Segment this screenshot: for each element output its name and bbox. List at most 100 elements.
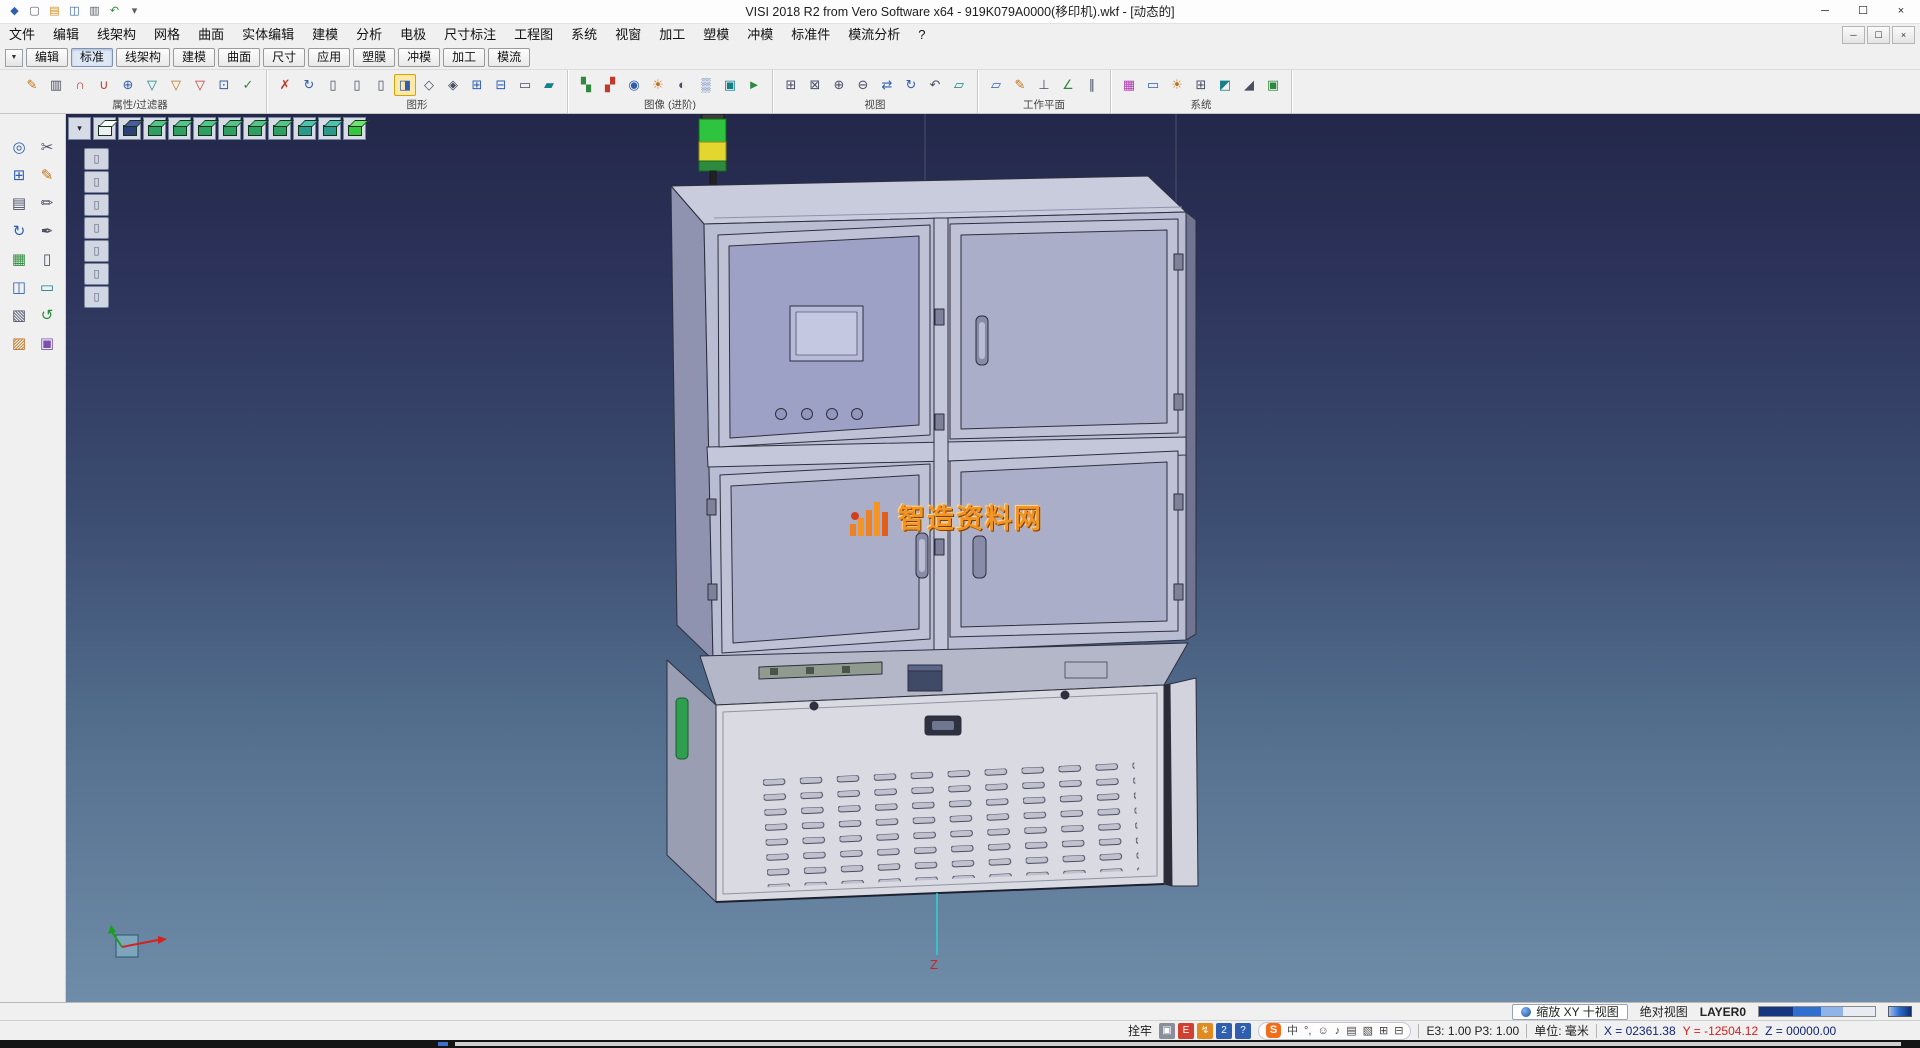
maximize-button[interactable]: ☐ xyxy=(1844,0,1882,23)
magnet-on-icon[interactable]: ∩ xyxy=(69,74,91,96)
ime-layout-icon[interactable]: ⊞ xyxy=(1379,1023,1388,1039)
menu-item[interactable]: 视窗 xyxy=(606,24,650,46)
animation-icon[interactable]: ► xyxy=(743,74,765,96)
mesh-tool-icon[interactable]: ▦ xyxy=(5,246,33,274)
rotate-view-icon[interactable]: ↻ xyxy=(900,74,922,96)
plane-tool-icon[interactable]: ▭ xyxy=(33,274,61,302)
menu-item[interactable]: 电极 xyxy=(391,24,435,46)
previous-view-icon[interactable]: ↶ xyxy=(924,74,946,96)
layer-selector[interactable]: LAYER0 xyxy=(1700,1005,1746,1019)
mdi-minimize-button[interactable]: ─ xyxy=(1842,26,1865,44)
tray-help-icon[interactable]: ? xyxy=(1235,1023,1251,1039)
menu-item[interactable]: 尺寸标注 xyxy=(435,24,505,46)
redraw-icon[interactable]: ↻ xyxy=(298,74,320,96)
menu-item[interactable]: 编辑 xyxy=(44,24,88,46)
pattern-tool-icon[interactable]: ▨ xyxy=(5,330,33,358)
render-icon[interactable]: ▰ xyxy=(538,74,560,96)
menu-item[interactable]: ? xyxy=(909,24,934,46)
pen-tool-icon[interactable]: ✒ xyxy=(33,218,61,246)
grid-tool-icon[interactable]: ⊞ xyxy=(5,162,33,190)
grid-icon[interactable]: ⊞ xyxy=(466,74,488,96)
ime-punctuation[interactable]: °, xyxy=(1304,1023,1311,1039)
tab-standard[interactable]: 标准 xyxy=(71,48,113,67)
attributes-icon[interactable]: ✎ xyxy=(21,74,43,96)
ime-skin-icon[interactable]: ▧ xyxy=(1363,1023,1373,1039)
menu-item[interactable]: 实体编辑 xyxy=(233,24,303,46)
block-tool-icon[interactable]: ▯ xyxy=(33,246,61,274)
print-icon[interactable]: ▥ xyxy=(86,3,103,20)
zoom-out-icon[interactable]: ⊖ xyxy=(852,74,874,96)
tab-mold[interactable]: 塑膜 xyxy=(353,48,395,67)
view-dynamic-icon[interactable] xyxy=(118,117,141,140)
workplane-icon[interactable]: ▱ xyxy=(985,74,1007,96)
camera-icon[interactable]: ◉ xyxy=(623,74,645,96)
shading-quality-icon[interactable]: ◩ xyxy=(1214,74,1236,96)
viewport-canvas[interactable]: Z ▾ ▯▯▯▯▯▯▯ xyxy=(66,114,1920,1002)
monitor-icon[interactable]: ▭ xyxy=(1142,74,1164,96)
quick-access-dropdown-icon[interactable]: ▾ xyxy=(126,3,143,20)
filter-apply-icon[interactable]: ✓ xyxy=(237,74,259,96)
pan-icon[interactable]: ⇄ xyxy=(876,74,898,96)
annotate-tool-icon[interactable]: ✏ xyxy=(33,190,61,218)
view-iso-se-icon[interactable] xyxy=(318,117,341,140)
hidden-line-icon[interactable]: ◈ xyxy=(442,74,464,96)
shading-toggle-icon[interactable]: ◨ xyxy=(394,74,416,96)
menu-item[interactable]: 网格 xyxy=(145,24,189,46)
hatch-tool-icon[interactable]: ▧ xyxy=(5,302,33,330)
tab-machining[interactable]: 加工 xyxy=(443,48,485,67)
tab-edit[interactable]: 编辑 xyxy=(26,48,68,67)
workplane-edit-icon[interactable]: ✎ xyxy=(1009,74,1031,96)
tab-surface[interactable]: 曲面 xyxy=(218,48,260,67)
library-tool-icon[interactable]: ▣ xyxy=(33,330,61,358)
open-file-icon[interactable]: ▤ xyxy=(46,3,63,20)
grid-2-icon[interactable]: ⊟ xyxy=(490,74,512,96)
clipboard-slot-icon[interactable]: ▯ xyxy=(84,286,109,308)
menu-item[interactable]: 分析 xyxy=(347,24,391,46)
draft-angle-icon[interactable]: ◢ xyxy=(1238,74,1260,96)
sketch-tool-icon[interactable]: ✎ xyxy=(33,162,61,190)
view-front-icon[interactable] xyxy=(168,117,191,140)
clipboard-slot-icon[interactable]: ▯ xyxy=(84,148,109,170)
zoom-in-icon[interactable]: ⊕ xyxy=(828,74,850,96)
tab-flow[interactable]: 模流 xyxy=(488,48,530,67)
zoom-extents-icon[interactable]: ⊠ xyxy=(804,74,826,96)
zoom-mode-chip[interactable]: 缩放 XY 十视图 xyxy=(1512,1004,1627,1020)
ime-emoji-icon[interactable]: ☺ xyxy=(1317,1023,1328,1039)
app-icon[interactable]: ◆ xyxy=(6,3,23,20)
menu-item[interactable]: 加工 xyxy=(650,24,694,46)
filter-clear-icon[interactable]: ▽ xyxy=(189,74,211,96)
menu-item[interactable]: 标准件 xyxy=(782,24,839,46)
select-tool-icon[interactable]: ◎ xyxy=(5,134,33,162)
workplane-origin-icon[interactable]: ⊥ xyxy=(1033,74,1055,96)
menu-item[interactable]: 模流分析 xyxy=(839,24,909,46)
texture-icon[interactable]: ▚ xyxy=(575,74,597,96)
clipboard-slot-icon[interactable]: ▯ xyxy=(84,217,109,239)
view-back-icon[interactable] xyxy=(243,117,266,140)
ime-mic-icon[interactable]: ♪ xyxy=(1335,1023,1341,1039)
close-button[interactable]: × xyxy=(1882,0,1920,23)
background-icon[interactable]: ▒ xyxy=(695,74,717,96)
tab-die[interactable]: 冲模 xyxy=(398,48,440,67)
filter-edit-icon[interactable]: ▽ xyxy=(165,74,187,96)
menu-item[interactable]: 塑模 xyxy=(694,24,738,46)
filter-icon[interactable]: ▽ xyxy=(141,74,163,96)
new-file-icon[interactable]: ▢ xyxy=(26,3,43,20)
erase-graphics-icon[interactable]: ✗ xyxy=(274,74,296,96)
brightness-icon[interactable]: ☀ xyxy=(1166,74,1188,96)
lock-toggle[interactable]: 拴牢 xyxy=(1128,1022,1152,1039)
lighting-icon[interactable]: ☀ xyxy=(647,74,669,96)
save-icon[interactable]: ◫ xyxy=(66,3,83,20)
menu-item[interactable]: 曲面 xyxy=(189,24,233,46)
workplane-align-icon[interactable]: ∥ xyxy=(1081,74,1103,96)
material-icon[interactable]: ▞ xyxy=(599,74,621,96)
tab-application[interactable]: 应用 xyxy=(308,48,350,67)
color-palette-icon[interactable]: ▦ xyxy=(1118,74,1140,96)
undo-icon[interactable]: ↶ xyxy=(106,3,123,20)
view-top-icon[interactable] xyxy=(143,117,166,140)
shadow-icon[interactable]: ◐ xyxy=(671,74,693,96)
ime-toolbox-icon[interactable]: ⊟ xyxy=(1394,1023,1403,1039)
tab-dropdown-icon[interactable]: ▼ xyxy=(5,49,23,67)
wireframe-icon[interactable]: ◇ xyxy=(418,74,440,96)
bounding-box-icon[interactable]: ▭ xyxy=(514,74,536,96)
cylinder-display-icon[interactable]: ▯ xyxy=(322,74,344,96)
